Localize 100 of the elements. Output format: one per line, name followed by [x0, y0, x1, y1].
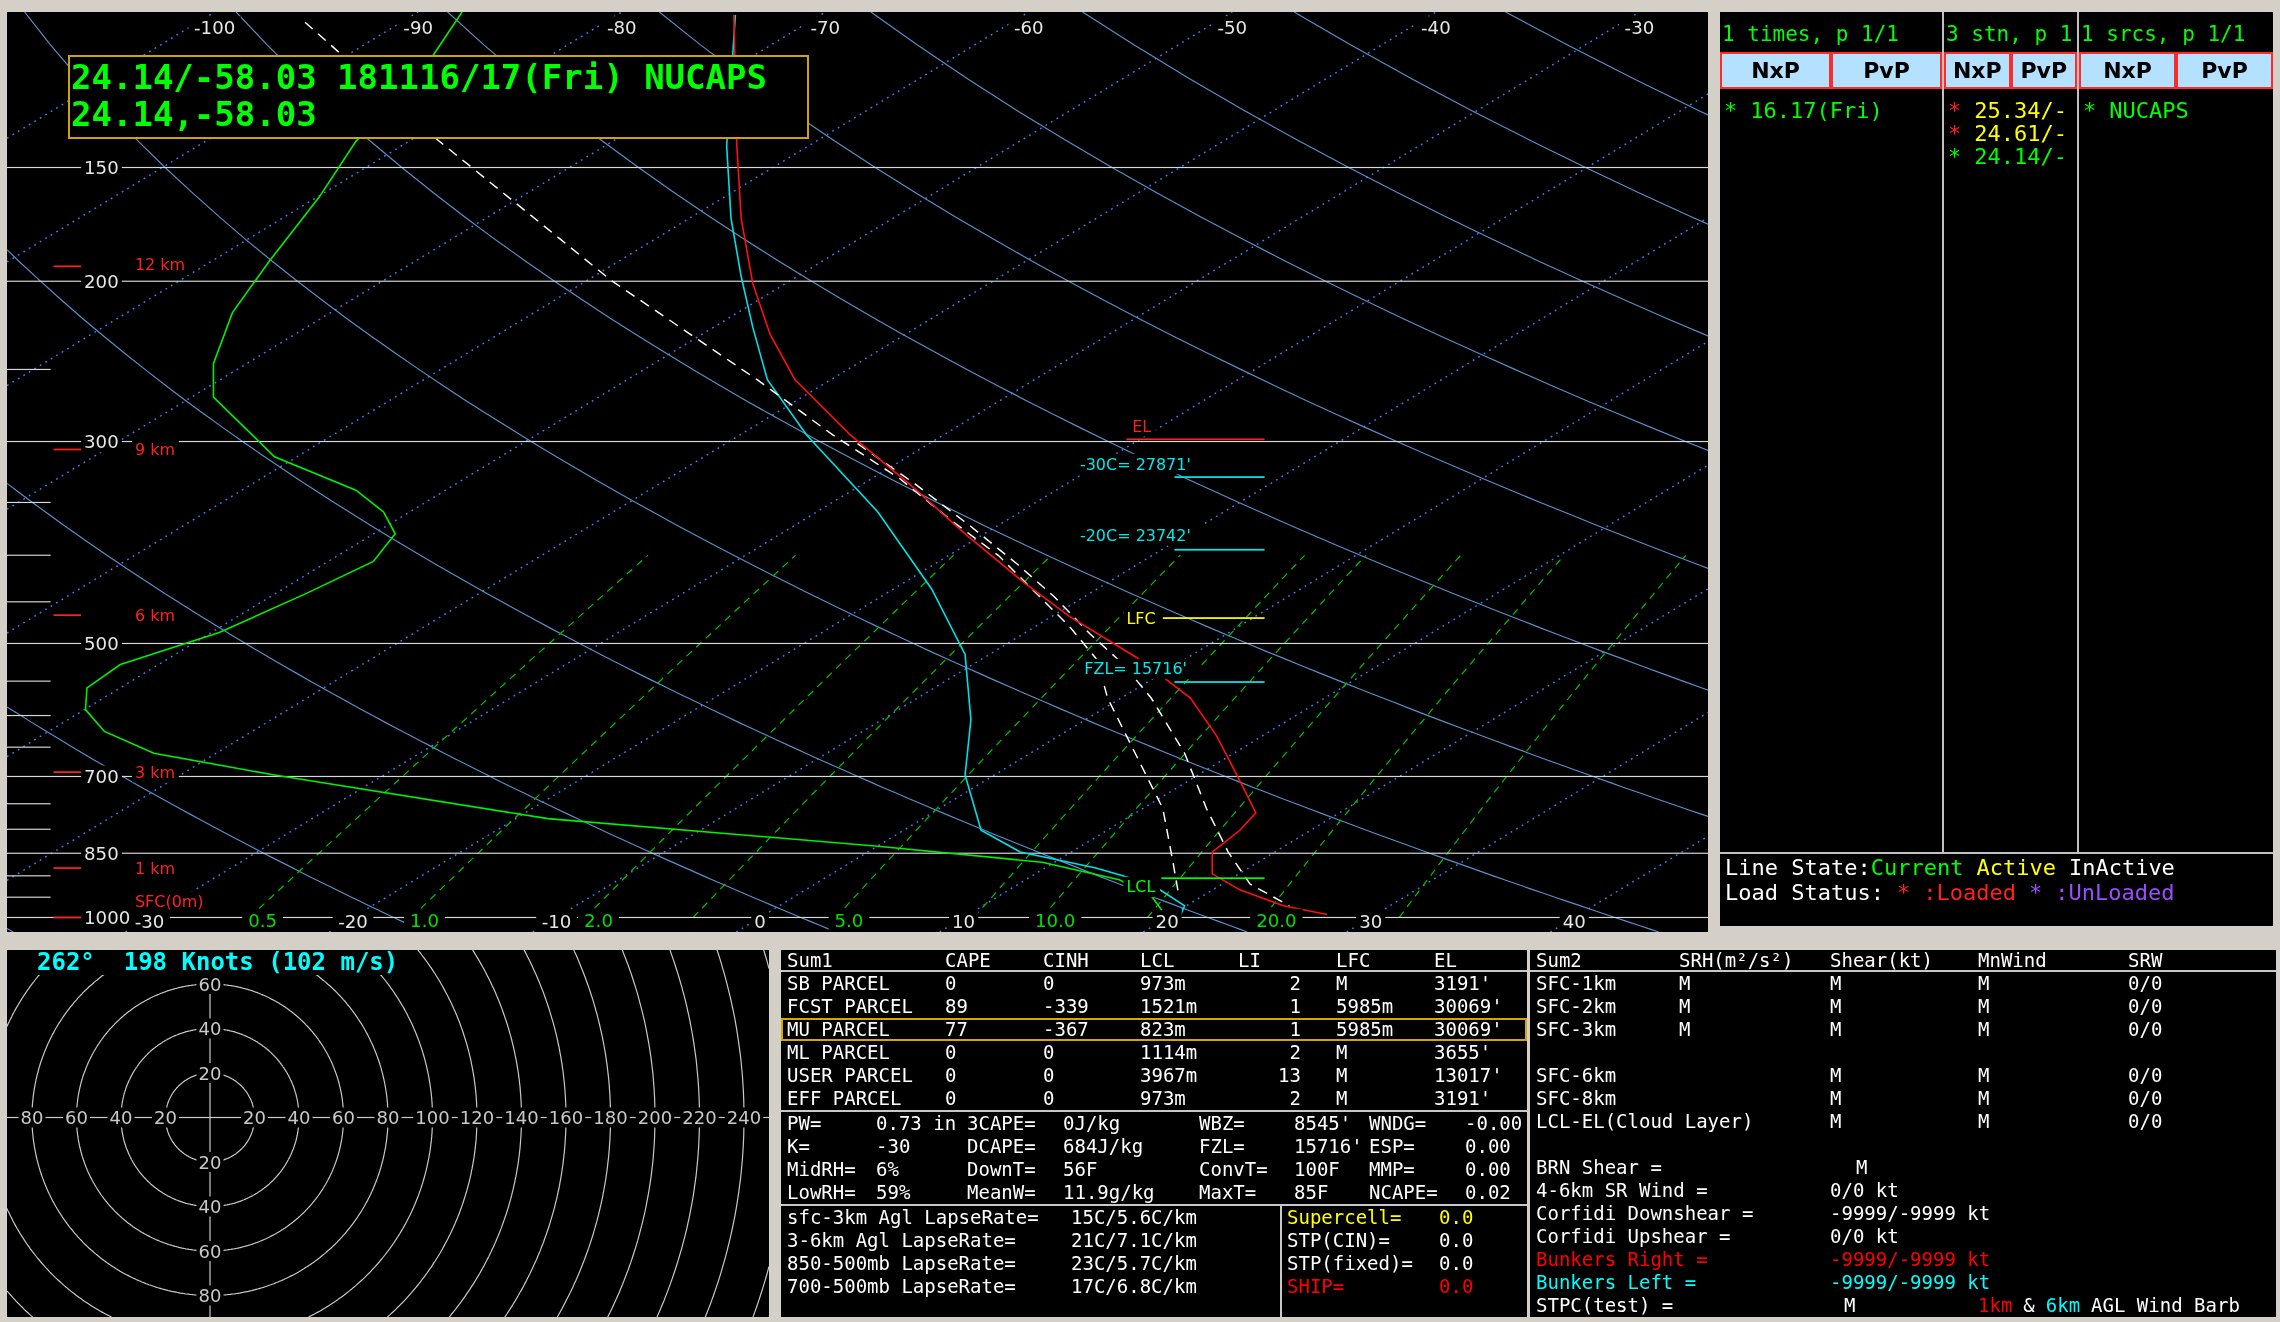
table-cell-text: 1 [1288, 1020, 1302, 1039]
list-item[interactable]: 16.17(Fri) [1750, 99, 1883, 122]
page-button[interactable]: NxP [1944, 52, 2011, 89]
parcel-row[interactable]: FCST PARCEL 89 -339 1521m 1 5985m 30069' [781, 995, 1527, 1018]
pressure-tick [7, 601, 51, 603]
table-cell-text: SFC-1km [1536, 972, 1618, 995]
level-label: EL [1132, 416, 1152, 436]
index-label: K= [787, 1135, 811, 1158]
table-cell-text: M [1830, 1018, 1843, 1041]
page-button[interactable]: NxP [1720, 52, 1831, 89]
level-label: FZL= 15716' [1084, 659, 1187, 679]
parcel-row[interactable]: SB PARCEL 0 0 973m 2 M 3191' [781, 972, 1527, 995]
table-cell-text: SFC-2km [1536, 995, 1618, 1018]
index-label: MMP= [1369, 1158, 1416, 1181]
parameter-value: 0.0 [1439, 1275, 1475, 1298]
table-cell-text: M [1336, 974, 1349, 993]
table-cell-text: ML PARCEL [787, 1043, 891, 1062]
load-marker: * [2083, 99, 2097, 122]
parameter-value: 0/0 kt [1830, 1179, 1900, 1202]
height-tick [53, 265, 82, 268]
list-item[interactable]: 24.14/- [1974, 145, 2067, 168]
ring-label: 20 [198, 1062, 222, 1084]
parameter-value: 0/0 kt [1830, 1225, 1900, 1248]
table-cell-text: 2 [1288, 1089, 1302, 1108]
parameter-value: 0.0 [1439, 1252, 1475, 1275]
pressure-label: 850 [84, 842, 119, 864]
table-cell-text: 13 [1277, 1066, 1302, 1085]
temperature-label: -30 [134, 911, 165, 932]
pressure-label: 200 [84, 270, 119, 292]
list-item[interactable]: NUCAPS [2109, 99, 2189, 122]
table-cell-text: M [1679, 995, 1692, 1018]
index-label: DCAPE= [967, 1135, 1037, 1158]
parameter-label: Corfidi Upshear = [1536, 1225, 1732, 1248]
temperature-label: 10 [952, 911, 976, 932]
ring-label: 40 [287, 1107, 311, 1128]
parcel-row[interactable]: USER PARCEL 0 0 3967m 13 M 13017' [781, 1064, 1527, 1087]
parcel-row[interactable]: EFF PARCEL 0 0 973m 2 M 3191' [781, 1087, 1527, 1110]
pressure-label: 700 [84, 766, 119, 787]
temperature-label: -30 [1624, 17, 1655, 39]
index-label: PW= [787, 1112, 823, 1135]
parameter-label: Corfidi Downshear = [1536, 1202, 1755, 1225]
ring-label: 20 [154, 1107, 177, 1128]
table-cell-text: 0/0 [2128, 1110, 2164, 1133]
page-button[interactable]: PvP [2176, 52, 2273, 89]
index-label: ESP= [1369, 1135, 1416, 1158]
table-cell-text: 0 [945, 1066, 958, 1085]
temperature-label: 30 [1359, 911, 1383, 932]
pressure-tick [7, 680, 51, 682]
index-value: 100F [1294, 1158, 1341, 1181]
table-cell-text: 3967m [1140, 1066, 1199, 1085]
temperature-label: -70 [810, 17, 841, 39]
table-cell-text: 0 [1043, 1043, 1056, 1062]
ring-label: 220 [682, 1107, 717, 1128]
column-header: Shear(kt) [1830, 950, 1934, 970]
parameter-value: M [1843, 1294, 1857, 1317]
parameter-label: STP(fixed)= [1287, 1252, 1414, 1275]
height-tick [53, 867, 82, 869]
parameter-label: SHIP= [1287, 1275, 1346, 1298]
parcel-row[interactable]: MU PARCEL 77 -367 823m 1 5985m 30069' [781, 1018, 1527, 1041]
index-value: 0.00 [1465, 1158, 1512, 1181]
table-cell-text: 30069' [1434, 997, 1504, 1016]
temperature-label: -50 [1217, 17, 1248, 39]
ring-label: 160 [548, 1107, 584, 1128]
index-value: 684J/kg [1063, 1135, 1145, 1158]
list-item[interactable]: 25.34/- [1974, 99, 2067, 122]
table-cell-text: 0 [945, 1089, 958, 1108]
parameter-value: 0.0 [1439, 1229, 1475, 1252]
height-label: 1 km [134, 858, 175, 878]
table-cell-text: M [1830, 995, 1843, 1018]
page-button[interactable]: PvP [1831, 52, 1942, 89]
legend-item: 6km [2045, 1294, 2081, 1317]
table-cell-text: 5985m [1336, 1020, 1395, 1039]
column-header: MnWind [1978, 950, 2048, 970]
ring-label: 180 [593, 1107, 628, 1128]
table-cell-text: 0 [1043, 1089, 1056, 1108]
lapse-rate-label: 3-6km Agl LapseRate= [787, 1229, 1017, 1252]
table-cell-text: 0/0 [2128, 995, 2164, 1018]
table-cell-text: MU PARCEL [787, 1020, 891, 1039]
list-item[interactable]: 24.61/- [1974, 122, 2067, 145]
mixing-ratio-label: 20.0 [1256, 909, 1297, 931]
page-button[interactable]: NxP [2079, 52, 2176, 89]
index-value: 0.02 [1465, 1181, 1512, 1204]
legend-item: 1km [1978, 1294, 2013, 1317]
parameter-value: -9999/-9999 kt [1830, 1202, 1992, 1225]
table-cell-text: EFF PARCEL [787, 1089, 903, 1108]
table-cell-text: 5985m [1336, 997, 1395, 1016]
height-tick [53, 916, 82, 919]
page-button[interactable]: PvP [2010, 52, 2077, 89]
index-label: WBZ= [1199, 1112, 1246, 1135]
table-cell-text: M [1978, 1018, 1991, 1041]
pressure-tick [7, 803, 51, 805]
temperature-label: 20 [1155, 911, 1179, 932]
table-cell-text: USER PARCEL [787, 1066, 914, 1085]
ring-label: 80 [198, 1285, 222, 1306]
wind-readout: 262° 198 Knots (102 m/s) [37, 950, 399, 976]
index-label: DownT= [967, 1158, 1037, 1181]
table-cell-text: M [1679, 1018, 1692, 1041]
legend-item: Active [1976, 855, 2056, 880]
lapse-rate-label: 850-500mb LapseRate= [787, 1252, 1017, 1275]
parcel-row[interactable]: ML PARCEL 0 0 1114m 2 M 3655' [781, 1041, 1527, 1064]
